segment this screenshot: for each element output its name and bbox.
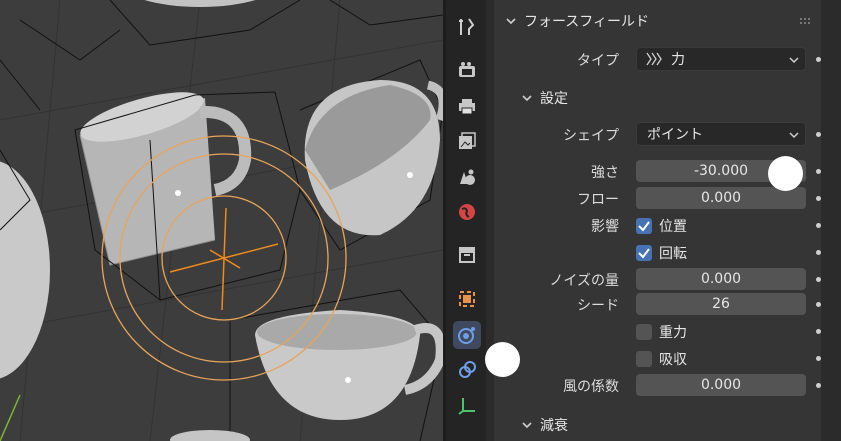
absorption-checkbox[interactable] (636, 351, 652, 367)
checkmark-icon (638, 248, 650, 259)
keyframe-dot[interactable] (816, 277, 821, 282)
force-icon (646, 52, 662, 66)
tab-view-layer[interactable] (453, 127, 481, 155)
strength-label: 強さ (591, 165, 619, 181)
cup-mesh-2[interactable] (304, 80, 443, 236)
tab-world[interactable] (453, 198, 481, 226)
section-title: フォースフィールド (524, 14, 650, 30)
properties-panel: フォースフィールド タイプ 力 設定 シェイプ ポイント 強さ -30.000 (486, 0, 841, 441)
tab-physics[interactable] (453, 321, 481, 349)
keyframe-dot[interactable] (816, 196, 821, 201)
type-value: 力 (671, 52, 685, 68)
tab-output[interactable] (453, 92, 481, 120)
settings-subpanel-header[interactable]: 設定 (494, 82, 821, 114)
seed-label: シード (577, 298, 619, 314)
chevron-down-icon (522, 422, 532, 429)
keyframe-dot[interactable] (816, 57, 821, 62)
object-icon (459, 291, 475, 307)
chevron-down-icon (789, 132, 799, 139)
affect-label: 影響 (591, 219, 619, 235)
settings-title: 設定 (540, 91, 568, 107)
scene-icon (460, 169, 475, 185)
output-icon (459, 99, 475, 115)
checkmark-icon (638, 221, 650, 232)
gravity-label: 重力 (659, 325, 687, 341)
shape-dropdown[interactable]: ポイント (636, 122, 806, 146)
bottom-mesh[interactable] (170, 430, 250, 441)
properties-tab-bar (446, 0, 486, 441)
3d-viewport[interactable] (0, 0, 443, 441)
y-axis-line (0, 394, 21, 441)
keyframe-dot[interactable] (816, 356, 821, 361)
type-label: タイプ (577, 53, 619, 69)
shape-label: シェイプ (563, 128, 619, 144)
keyframe-dot[interactable] (816, 302, 821, 307)
wind-factor-label: 風の係数 (563, 379, 619, 395)
noise-field[interactable]: 0.000 (636, 268, 806, 290)
rotation-checkbox[interactable] (636, 245, 652, 261)
keyframe-dot[interactable] (816, 329, 821, 334)
chevron-down-icon (789, 57, 799, 64)
keyframe-dot[interactable] (816, 250, 821, 255)
force-field-header[interactable]: フォースフィールド (494, 5, 821, 37)
keyframe-dot[interactable] (816, 169, 821, 174)
render-icon (459, 62, 475, 77)
drag-handle-icon[interactable] (799, 17, 813, 25)
object-data-icon (458, 398, 475, 415)
location-checkbox[interactable] (636, 218, 652, 234)
falloff-title: 減衰 (540, 418, 568, 434)
collection-icon (459, 247, 475, 263)
viewport-scene (0, 0, 443, 441)
mug-mesh-1[interactable] (76, 82, 252, 266)
gravity-checkbox[interactable] (636, 324, 652, 340)
noise-label: ノイズの量 (549, 273, 619, 289)
world-icon (459, 204, 475, 220)
chevron-down-icon (506, 18, 516, 25)
view-layer-icon (459, 132, 476, 149)
location-label: 位置 (659, 219, 687, 235)
keyframe-dot[interactable] (816, 383, 821, 388)
tab-object-data[interactable] (453, 391, 481, 419)
keyframe-dot[interactable] (816, 132, 821, 137)
tab-collection[interactable] (453, 240, 481, 268)
cursor-indicator (485, 342, 520, 377)
shape-value: ポイント (647, 127, 703, 143)
flow-label: フロー (577, 192, 619, 208)
tab-object[interactable] (453, 285, 481, 313)
constraints-icon (459, 361, 476, 378)
type-dropdown[interactable]: 力 (636, 47, 806, 71)
tool-icon (459, 18, 475, 35)
top-plate-mesh[interactable] (120, 0, 280, 7)
tab-tool[interactable] (453, 13, 481, 41)
force-field-section: フォースフィールド タイプ 力 設定 シェイプ ポイント 強さ -30.000 (494, 0, 821, 441)
rotation-label: 回転 (659, 246, 687, 262)
tab-render[interactable] (453, 56, 481, 84)
falloff-subpanel-header[interactable]: 減衰 (494, 409, 821, 441)
tab-scene[interactable] (453, 163, 481, 191)
absorption-label: 吸収 (659, 352, 687, 368)
wind-factor-field[interactable]: 0.000 (636, 374, 806, 396)
keyframe-dot[interactable] (816, 223, 821, 228)
tab-constraints[interactable] (453, 356, 481, 384)
seed-field[interactable]: 26 (636, 293, 806, 315)
cursor-indicator (768, 156, 803, 191)
chevron-down-icon (522, 95, 532, 102)
physics-icon (458, 327, 475, 344)
